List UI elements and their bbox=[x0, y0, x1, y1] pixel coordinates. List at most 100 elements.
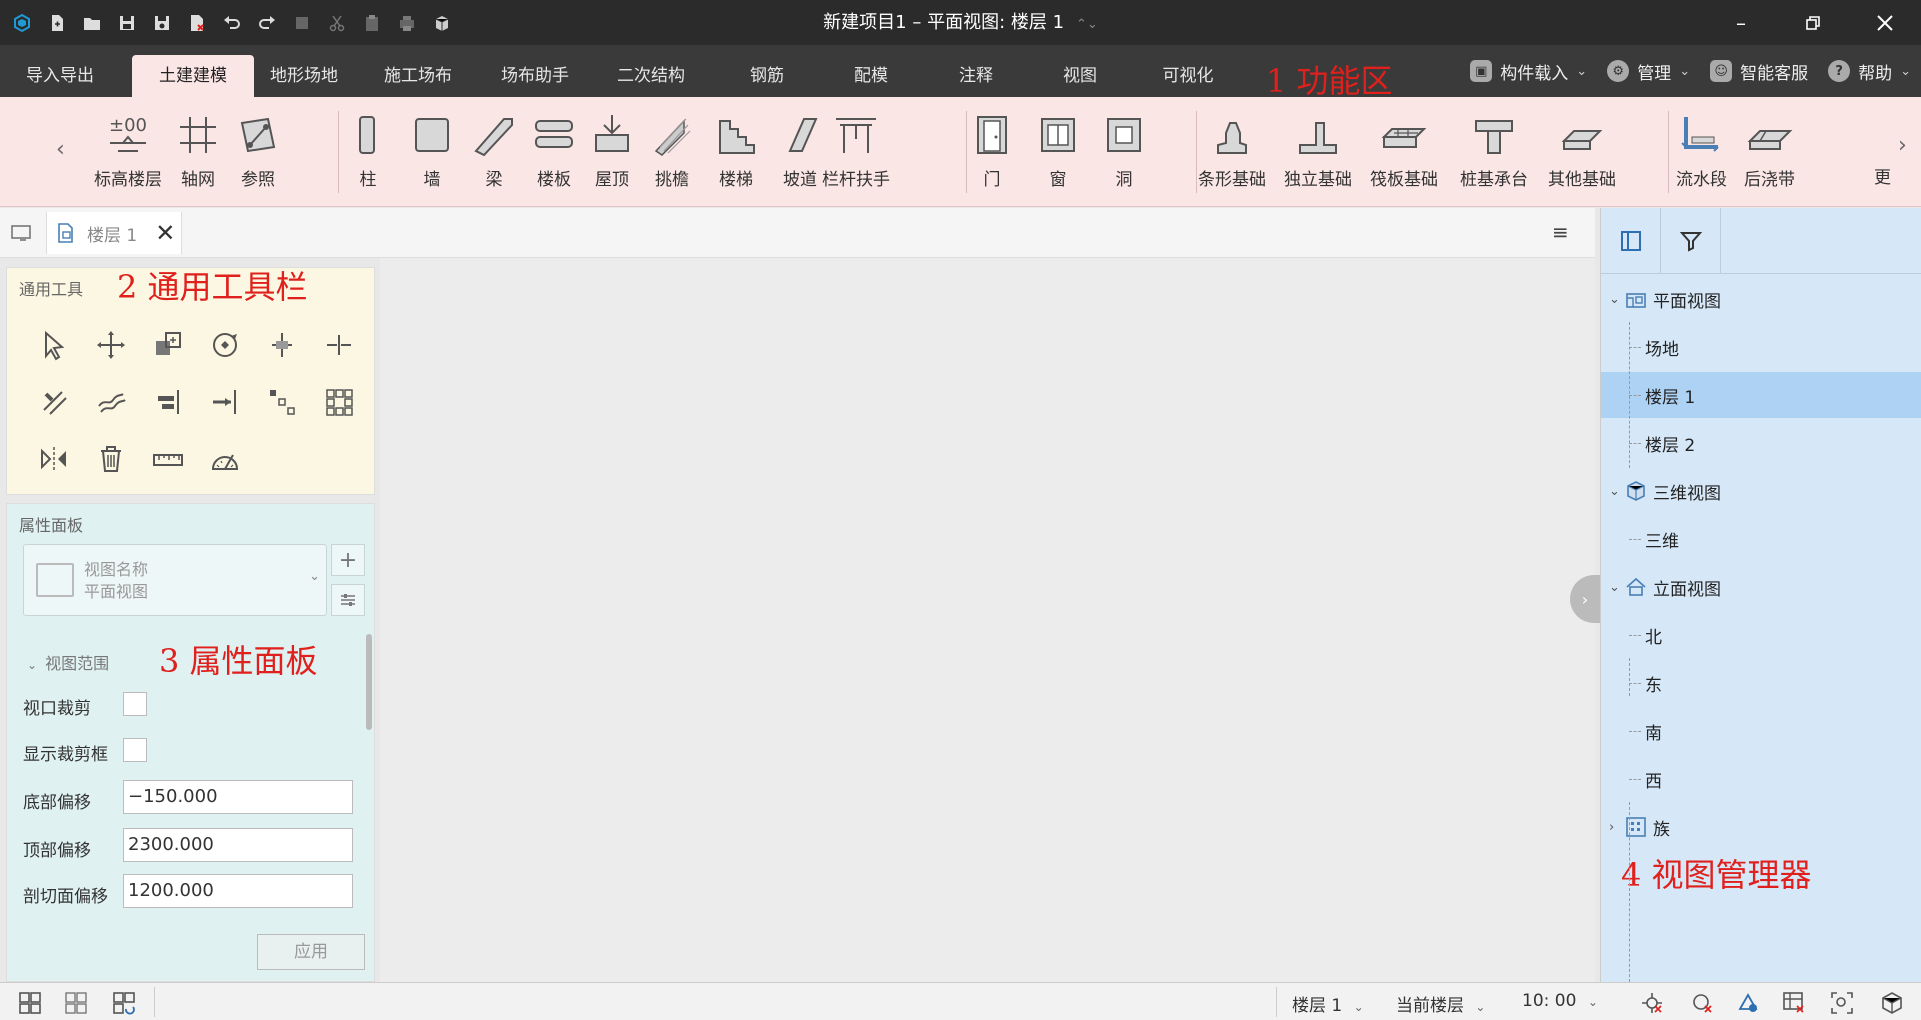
paste-icon[interactable] bbox=[358, 9, 386, 37]
tab-11[interactable]: 可视化 bbox=[1126, 55, 1250, 97]
cut-plane-offset-input[interactable]: 1200.000 bbox=[123, 874, 353, 908]
scrollbar[interactable] bbox=[366, 634, 372, 730]
ribbon-button-isolated-footing[interactable]: 独立基础 bbox=[1284, 111, 1352, 190]
tab-4[interactable]: 施工场布 bbox=[358, 55, 478, 97]
reset-layout-icon[interactable] bbox=[112, 991, 136, 1015]
ribbon-button-flow-segment[interactable]: 流水段 bbox=[1676, 111, 1727, 190]
menu-help[interactable]: ? 帮助 ⌄ bbox=[1828, 59, 1911, 84]
view-type-selector[interactable]: 视图名称 平面视图 ⌄ bbox=[23, 544, 327, 616]
tree-item[interactable]: 三维 bbox=[1601, 516, 1921, 562]
tree-item[interactable]: 北 bbox=[1601, 612, 1921, 658]
tool-button-select[interactable] bbox=[25, 316, 82, 373]
chevron-right-icon[interactable]: › bbox=[1609, 820, 1614, 835]
tool-button-rotate[interactable] bbox=[196, 316, 253, 373]
tab-9[interactable]: 注释 bbox=[918, 55, 1034, 97]
ribbon-button-strip-footing[interactable]: 条形基础 bbox=[1198, 111, 1266, 190]
3d-box-icon[interactable] bbox=[428, 9, 456, 37]
view-switch-icon[interactable]: ⌃⌄ bbox=[1076, 17, 1098, 32]
tool-button-measure[interactable] bbox=[139, 430, 196, 487]
bottom-offset-input[interactable]: −150.000 bbox=[123, 780, 353, 814]
section-view-range[interactable]: ⌄ 视图范围 bbox=[27, 650, 109, 674]
tab-3[interactable]: 地形场地 bbox=[250, 55, 358, 97]
print-icon[interactable] bbox=[393, 9, 421, 37]
hide-icon[interactable] bbox=[1690, 991, 1714, 1015]
ribbon-more-label[interactable]: 更 bbox=[1874, 163, 1891, 188]
ribbon-button-grid[interactable]: 轴网 bbox=[174, 111, 222, 190]
panel-toggle-icon[interactable] bbox=[1601, 208, 1661, 274]
show-crop-checkbox[interactable] bbox=[123, 738, 147, 762]
close-file-icon[interactable] bbox=[183, 9, 211, 37]
tool-button-array-grid[interactable] bbox=[310, 373, 367, 430]
undo-icon[interactable] bbox=[218, 9, 246, 37]
tab-1[interactable]: 导入导出 bbox=[4, 55, 116, 97]
menu-component-load[interactable]: ▣ 构件载入 ⌄ bbox=[1470, 59, 1587, 84]
tool-button-mirror[interactable] bbox=[25, 430, 82, 487]
tab-7[interactable]: 钢筋 bbox=[710, 55, 824, 97]
tile-view-icon[interactable] bbox=[64, 991, 88, 1015]
open-folder-icon[interactable] bbox=[78, 9, 106, 37]
time-selector[interactable]: 10: 00 ⌄ bbox=[1522, 991, 1598, 1011]
ribbon-button-cornice[interactable]: 挑檐 bbox=[648, 111, 696, 190]
tool-button-move[interactable] bbox=[82, 316, 139, 373]
ribbon-button-opening[interactable]: 洞 bbox=[1100, 111, 1148, 190]
tree-folder[interactable]: ⌄ 平面视图 bbox=[1601, 276, 1921, 322]
ribbon-button-beam[interactable]: 梁 bbox=[470, 111, 518, 190]
tab-5[interactable]: 场布助手 bbox=[478, 55, 592, 97]
filter-icon[interactable] bbox=[1661, 208, 1721, 274]
ribbon-button-pile-cap[interactable]: 桩基承台 bbox=[1460, 111, 1528, 190]
tree-folder[interactable]: ⌄ 三维视图 bbox=[1601, 468, 1921, 514]
document-tab-floor-1[interactable]: 楼层 1 ✕ bbox=[46, 212, 182, 254]
tree-item[interactable]: 楼层 2 bbox=[1601, 420, 1921, 466]
tree-item[interactable]: 场地 bbox=[1601, 324, 1921, 370]
crop-checkbox[interactable] bbox=[123, 692, 147, 716]
tree-folder[interactable]: ⌄ 立面视图 bbox=[1601, 564, 1921, 610]
tree-folder[interactable]: › 族 bbox=[1601, 804, 1921, 850]
close-tab-icon[interactable]: ✕ bbox=[155, 219, 175, 247]
tree-item[interactable]: 南 bbox=[1601, 708, 1921, 754]
zoom-fit-icon[interactable] bbox=[1830, 991, 1854, 1015]
tree-item[interactable]: 西 bbox=[1601, 756, 1921, 802]
ribbon-button-column[interactable]: 柱 bbox=[344, 111, 392, 190]
snap-icon[interactable] bbox=[1640, 991, 1664, 1015]
tool-button-offset[interactable] bbox=[25, 373, 82, 430]
add-icon[interactable]: + bbox=[331, 544, 365, 576]
tab-switch-icon[interactable] bbox=[10, 222, 34, 244]
tree-item[interactable]: 楼层 1 bbox=[1601, 372, 1921, 418]
ribbon-scroll-right-icon[interactable]: › bbox=[1898, 133, 1907, 158]
ribbon-button-reference[interactable]: 参照 bbox=[234, 111, 282, 190]
drawing-canvas[interactable] bbox=[380, 258, 1595, 982]
save-icon[interactable] bbox=[113, 9, 141, 37]
tool-button-trim[interactable] bbox=[253, 316, 310, 373]
ribbon-button-wall[interactable]: 墙 bbox=[408, 111, 456, 190]
tool-button-protractor[interactable] bbox=[196, 430, 253, 487]
ribbon-button-railing[interactable]: 栏杆扶手 bbox=[822, 111, 890, 190]
edit-type-icon[interactable] bbox=[331, 584, 365, 616]
tool-button-align[interactable] bbox=[139, 373, 196, 430]
ribbon-button-level[interactable]: ±00 标高楼层 bbox=[94, 111, 162, 190]
tree-item[interactable]: 东 bbox=[1601, 660, 1921, 706]
ribbon-button-other-foundation[interactable]: 其他基础 bbox=[1548, 111, 1616, 190]
tab-8[interactable]: 配模 bbox=[824, 55, 918, 97]
tool-button-extend[interactable] bbox=[196, 373, 253, 430]
tab-2[interactable]: 土建建模 bbox=[132, 55, 254, 97]
chevron-down-icon[interactable]: ⌄ bbox=[1609, 292, 1620, 307]
chevron-down-icon[interactable]: ⌄ bbox=[1609, 484, 1620, 499]
layout-grid-icon[interactable] bbox=[18, 991, 42, 1015]
ribbon-scroll-left-icon[interactable]: ‹ bbox=[56, 137, 65, 162]
save-as-icon[interactable] bbox=[148, 9, 176, 37]
top-offset-input[interactable]: 2300.000 bbox=[123, 828, 353, 862]
new-file-icon[interactable] bbox=[43, 9, 71, 37]
redo-icon[interactable] bbox=[253, 9, 281, 37]
apply-button[interactable]: 应用 bbox=[257, 934, 365, 970]
tool-button-copy[interactable] bbox=[139, 316, 196, 373]
minimize-button[interactable]: – bbox=[1705, 0, 1777, 45]
ribbon-button-post-pour-strip[interactable]: 后浇带 bbox=[1744, 111, 1795, 190]
restore-button[interactable] bbox=[1777, 0, 1849, 45]
tab-6[interactable]: 二次结构 bbox=[592, 55, 710, 97]
ribbon-button-window[interactable]: 窗 bbox=[1034, 111, 1082, 190]
isolate-icon[interactable] bbox=[1736, 991, 1760, 1015]
floor-selector[interactable]: 楼层 1 ⌄ bbox=[1292, 991, 1364, 1016]
tool-button-array-linear[interactable] bbox=[253, 373, 310, 430]
tool-button-split[interactable] bbox=[310, 316, 367, 373]
ribbon-button-raft-foundation[interactable]: 筏板基础 bbox=[1370, 111, 1438, 190]
